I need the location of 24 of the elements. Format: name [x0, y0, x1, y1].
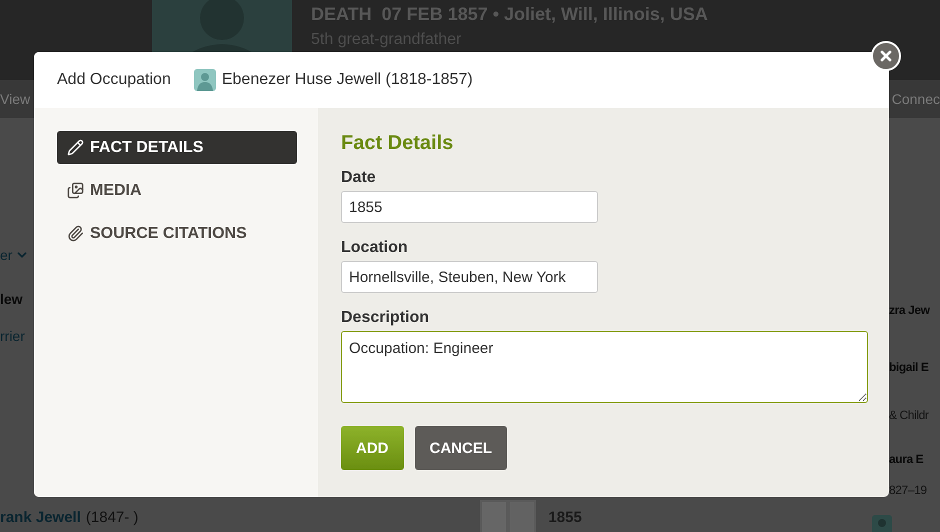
- images-icon: [67, 182, 84, 199]
- avatar-icon: [872, 514, 892, 532]
- field-label: Description: [341, 309, 430, 327]
- sidebar-tab[interactable]: MEDIA: [57, 174, 297, 207]
- person-name: aura E: [889, 451, 924, 468]
- person-years: (1847- ): [86, 509, 138, 526]
- text-field[interactable]: 1855: [341, 191, 598, 223]
- text-field[interactable]: Hornellsville, Steuben, New York: [341, 261, 598, 293]
- field-label: Location: [341, 239, 409, 257]
- avatar-icon: [194, 69, 216, 91]
- section-heading: Fact Details: [341, 132, 454, 155]
- paperclip-icon: [67, 225, 84, 242]
- sidebar-tab[interactable]: SOURCE CITATIONS: [57, 217, 297, 250]
- pencil-icon: [67, 139, 84, 156]
- sidebar-tab[interactable]: FACT DETAILS: [57, 131, 297, 164]
- person-name: lew: [0, 290, 24, 309]
- dialog-title: Add Occupation: [57, 71, 171, 89]
- cancel-button[interactable]: CANCEL: [414, 426, 507, 470]
- field-label: Date: [341, 169, 377, 187]
- person-name: Ebenezer Huse Jewell (1818-1857): [222, 71, 473, 89]
- close-icon: [878, 48, 894, 64]
- person-name: bigail E: [889, 359, 930, 376]
- person-name: zra Jew: [889, 302, 931, 319]
- description-field[interactable]: Occupation: Engineer: [341, 331, 868, 403]
